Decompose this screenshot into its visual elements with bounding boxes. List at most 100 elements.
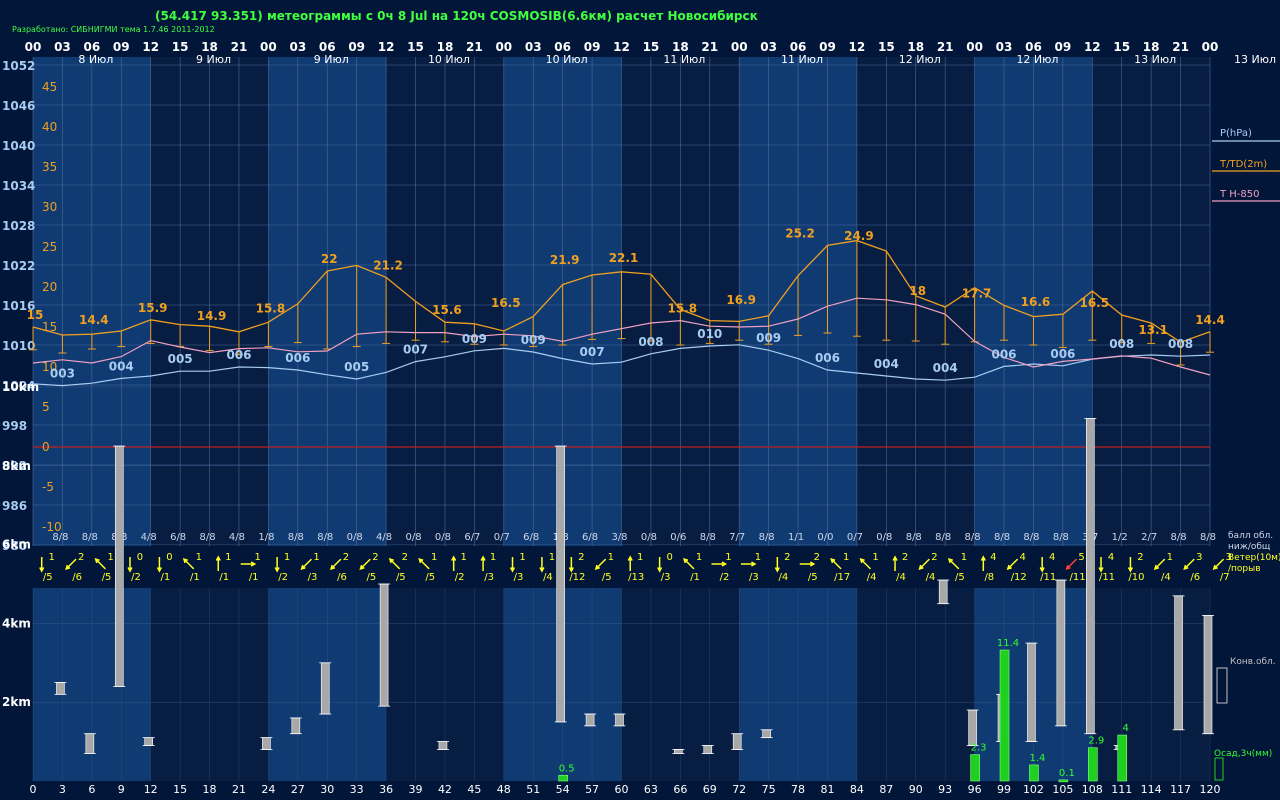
legend-pressure: P(hPa) [1220, 128, 1252, 139]
hour-tick-label: 21 [1172, 40, 1189, 54]
wind-speed: 4 [1108, 552, 1114, 563]
wind-speed: 2 [931, 552, 937, 563]
bottom-hour-label: 0 [30, 783, 37, 796]
wind-speed: 1 [1167, 552, 1173, 563]
cloud-cover-value: 8/8 [52, 532, 68, 543]
hour-tick-label: 12 [613, 40, 630, 54]
day-label: 12 Июл [899, 53, 941, 66]
pressure-value-label: 010 [697, 327, 722, 341]
wind-gust: /5 [396, 572, 406, 583]
temp-value-label: 14.4 [79, 313, 109, 327]
precip-value-label: 0.1 [1059, 768, 1075, 779]
cloud-layer-bar [1174, 595, 1183, 731]
day-label: 11 Июл [781, 53, 823, 66]
hour-tick-label: 15 [878, 40, 895, 54]
hour-tick-label: 21 [231, 40, 248, 54]
cloud-cover-value: 8/8 [288, 532, 304, 543]
temp-tick: 30 [42, 200, 57, 214]
wind-speed: 2 [814, 552, 820, 563]
hour-tick-label: 03 [996, 40, 1013, 54]
bottom-hour-label: 114 [1141, 783, 1162, 796]
hour-tick-label: 09 [584, 40, 601, 54]
wind-gust: /3 [749, 572, 759, 583]
temp-value-label: 16.5 [491, 296, 521, 310]
wind-gust: /5 [43, 572, 53, 583]
pressure-value-label: 006 [1050, 347, 1075, 361]
bottom-hour-label: 99 [997, 783, 1011, 796]
temp-tick: 45 [42, 80, 57, 94]
bottom-hour-label: 105 [1052, 783, 1073, 796]
wind-speed: 0 [137, 552, 143, 563]
cloud-layer-bar [615, 713, 624, 727]
cloud-cover-value: 4/8 [141, 532, 157, 543]
pressure-tick: 986 [2, 499, 27, 513]
hour-tick-label: 06 [83, 40, 100, 54]
precip-bar [1117, 734, 1128, 782]
hour-tick-label: 12 [849, 40, 866, 54]
hour-tick-label: 18 [907, 40, 924, 54]
legend-cloud-cover: балл обл. [1228, 531, 1273, 541]
wind-speed: 3 [1196, 552, 1202, 563]
wind-speed: 1 [431, 552, 437, 563]
cloud-cover-value: 1/2 [1112, 532, 1128, 543]
temp-value-label: 15 [27, 308, 44, 322]
wind-gust: /13 [628, 572, 644, 583]
cloud-cover-value: 8/8 [994, 532, 1010, 543]
wind-speed: 2 [343, 552, 349, 563]
bottom-hour-label: 66 [673, 783, 687, 796]
bottom-hour-label: 120 [1200, 783, 1221, 796]
temp-value-label: 13.1 [1138, 323, 1168, 337]
cloud-cover-value: 0/8 [876, 532, 892, 543]
pressure-tick: 1034 [2, 179, 35, 193]
cloud-cover-value: 0/8 [435, 532, 451, 543]
hour-tick-label: 12 [1084, 40, 1101, 54]
wind-speed: 2 [78, 552, 84, 563]
wind-speed: 4 [990, 552, 996, 563]
bottom-hour-label: 42 [438, 783, 452, 796]
meteogram-chart: (54.417 93.351) метеограммы с 0ч 8 Jul н… [0, 0, 1280, 800]
cloud-layer-bar [762, 729, 771, 738]
pressure-value-label: 003 [50, 367, 75, 381]
wind-gust: /4 [896, 572, 906, 583]
wind-gust: /2 [720, 572, 730, 583]
hour-tick-label: 06 [554, 40, 571, 54]
bottom-hour-label: 111 [1111, 783, 1132, 796]
precip-bar [558, 774, 568, 782]
wind-gust: /5 [808, 572, 818, 583]
bottom-hour-label: 90 [909, 783, 923, 796]
cloud-cover-value: 0/8 [405, 532, 421, 543]
bottom-hour-label: 63 [644, 783, 658, 796]
cloud-cover-value: 0/8 [641, 532, 657, 543]
pressure-value-label: 009 [462, 332, 487, 346]
wind-gust: /5 [367, 572, 377, 583]
temp-value-label: 14.9 [197, 309, 227, 323]
temp-value-label: 14.4 [1195, 313, 1225, 327]
wind-speed: 1 [107, 552, 113, 563]
hour-tick-label: 12 [142, 40, 159, 54]
pressure-value-label: 008 [638, 335, 663, 349]
pressure-value-label: 009 [521, 333, 546, 347]
cloud-cover-value: 1/8 [258, 532, 274, 543]
cloud-cover-value: 8/8 [1053, 532, 1069, 543]
wind-gust: /6 [72, 572, 82, 583]
hour-tick-label: 21 [701, 40, 718, 54]
wind-gust: /3 [514, 572, 524, 583]
pressure-value-label: 008 [1109, 337, 1134, 351]
credit-text: Разработано: СИБНИГМИ тема 1.7.46 2011-2… [12, 25, 215, 34]
pressure-value-label: 006 [226, 348, 251, 362]
bottom-hour-label: 75 [762, 783, 776, 796]
day-label: 11 Июл [663, 53, 705, 66]
precip-bar [1058, 779, 1069, 783]
wind-speed: 1 [490, 552, 496, 563]
precip-value-label: 2.9 [1088, 736, 1104, 747]
wind-gust: /5 [102, 572, 112, 583]
bottom-hour-label: 15 [173, 783, 187, 796]
bottom-hour-label: 93 [938, 783, 952, 796]
cloud-cover-value: 8/8 [700, 532, 716, 543]
height-tick: 6km [2, 538, 31, 552]
pressure-value-label: 005 [344, 360, 369, 374]
cloud-layer-bar [732, 733, 742, 750]
cloud-layer-bar [320, 662, 330, 715]
hour-tick-label: 12 [378, 40, 395, 54]
hour-tick-label: 15 [643, 40, 660, 54]
